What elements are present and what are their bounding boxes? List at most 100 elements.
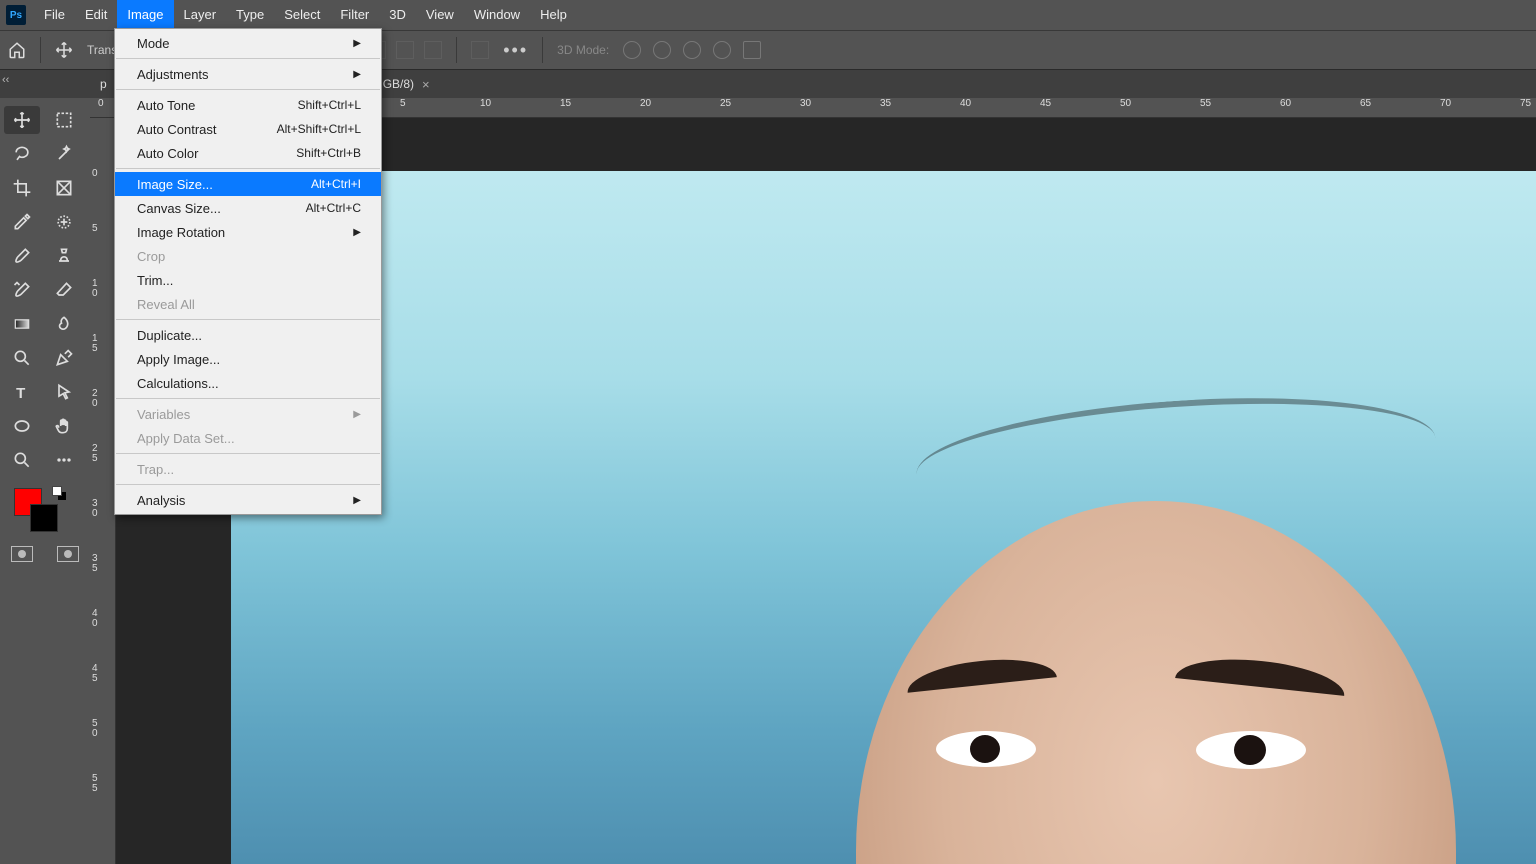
ruler-tick: 75 xyxy=(1520,98,1531,109)
more-options-icon[interactable]: ••• xyxy=(503,40,528,61)
menu-item-label: Image Size... xyxy=(137,177,213,192)
separator xyxy=(456,37,457,63)
ruler-tick: 2 0 xyxy=(92,389,102,409)
move-tool-icon[interactable] xyxy=(55,41,73,59)
menu-item-adjustments[interactable]: Adjustments▶ xyxy=(115,62,381,86)
separator xyxy=(542,37,543,63)
3d-roll-icon[interactable] xyxy=(653,41,671,59)
lasso-tool[interactable] xyxy=(4,140,40,168)
menu-item-auto-color[interactable]: Auto ColorShift+Ctrl+B xyxy=(115,141,381,165)
magic-wand-tool[interactable] xyxy=(46,140,82,168)
background-color[interactable] xyxy=(30,504,58,532)
menu-item-duplicate[interactable]: Duplicate... xyxy=(115,323,381,347)
menu-separator xyxy=(116,484,380,485)
zoom-tool[interactable] xyxy=(4,446,40,474)
menu-item-image-rotation[interactable]: Image Rotation▶ xyxy=(115,220,381,244)
3d-orbit-icon[interactable] xyxy=(623,41,641,59)
menu-item-apply-image[interactable]: Apply Image... xyxy=(115,347,381,371)
ruler-tick: 60 xyxy=(1280,98,1291,109)
marquee-tool[interactable] xyxy=(46,106,82,134)
ruler-tick: 55 xyxy=(1200,98,1211,109)
gradient-tool[interactable] xyxy=(4,310,40,338)
ruler-tick: 10 xyxy=(480,98,491,109)
ruler-tick: 5 0 xyxy=(92,719,102,739)
distribute-v-icon[interactable] xyxy=(471,41,489,59)
3d-mode-label: 3D Mode: xyxy=(557,43,609,57)
menu-separator xyxy=(116,319,380,320)
menu-item-label: Apply Data Set... xyxy=(137,431,235,446)
smudge-tool[interactable] xyxy=(46,310,82,338)
history-brush-tool[interactable] xyxy=(4,276,40,304)
menu-item-label: Mode xyxy=(137,36,170,51)
menu-file[interactable]: File xyxy=(34,0,75,30)
tab-label-prefix: p xyxy=(100,77,107,91)
menu-item-shortcut: Alt+Ctrl+C xyxy=(306,201,361,215)
menu-bar: Ps FileEditImageLayerTypeSelectFilter3DV… xyxy=(0,0,1536,30)
type-tool[interactable]: T xyxy=(4,378,40,406)
screen-mode-icon[interactable] xyxy=(57,546,79,562)
brush-tool[interactable] xyxy=(4,242,40,270)
3d-camera-icon[interactable] xyxy=(743,41,761,59)
menu-layer[interactable]: Layer xyxy=(174,0,227,30)
menu-item-label: Trap... xyxy=(137,462,174,477)
menu-item-calculations[interactable]: Calculations... xyxy=(115,371,381,395)
menu-type[interactable]: Type xyxy=(226,0,274,30)
menu-item-apply-data-set: Apply Data Set... xyxy=(115,426,381,450)
path-select-tool[interactable] xyxy=(46,378,82,406)
ruler-tick: 5 xyxy=(400,98,406,109)
quick-mask-icon[interactable] xyxy=(11,546,33,562)
submenu-arrow-icon: ▶ xyxy=(353,409,361,420)
move-tool[interactable] xyxy=(4,106,40,134)
menu-window[interactable]: Window xyxy=(464,0,530,30)
menu-item-mode[interactable]: Mode▶ xyxy=(115,31,381,55)
hand-tool[interactable] xyxy=(46,412,82,440)
menu-item-shortcut: Shift+Ctrl+B xyxy=(296,146,361,160)
align-center-v-icon[interactable] xyxy=(396,41,414,59)
menu-filter[interactable]: Filter xyxy=(330,0,379,30)
color-swatches[interactable] xyxy=(4,484,86,534)
clone-stamp-tool[interactable] xyxy=(46,242,82,270)
menu-item-reveal-all: Reveal All xyxy=(115,292,381,316)
ruler-tick: 5 5 xyxy=(92,774,102,794)
menu-3d[interactable]: 3D xyxy=(379,0,416,30)
image-content xyxy=(936,731,1036,767)
menu-item-label: Calculations... xyxy=(137,376,219,391)
close-tab-icon[interactable]: × xyxy=(422,77,430,92)
ruler-tick: 3 5 xyxy=(92,554,102,574)
menu-item-auto-tone[interactable]: Auto ToneShift+Ctrl+L xyxy=(115,93,381,117)
menu-edit[interactable]: Edit xyxy=(75,0,117,30)
menu-select[interactable]: Select xyxy=(274,0,330,30)
pen-tool[interactable] xyxy=(46,344,82,372)
menu-item-image-size[interactable]: Image Size...Alt+Ctrl+I xyxy=(115,172,381,196)
menu-item-shortcut: Alt+Shift+Ctrl+L xyxy=(277,122,361,136)
3d-pan-icon[interactable] xyxy=(683,41,701,59)
menu-item-trim[interactable]: Trim... xyxy=(115,268,381,292)
svg-text:T: T xyxy=(16,385,25,402)
menu-help[interactable]: Help xyxy=(530,0,577,30)
healing-brush-tool[interactable] xyxy=(46,208,82,236)
3d-slide-icon[interactable] xyxy=(713,41,731,59)
menu-item-analysis[interactable]: Analysis▶ xyxy=(115,488,381,512)
eraser-tool[interactable] xyxy=(46,276,82,304)
crop-tool[interactable] xyxy=(4,174,40,202)
home-icon[interactable] xyxy=(8,41,26,59)
menu-item-label: Auto Tone xyxy=(137,98,195,113)
menu-item-auto-contrast[interactable]: Auto ContrastAlt+Shift+Ctrl+L xyxy=(115,117,381,141)
menu-image[interactable]: Image xyxy=(117,0,173,30)
menu-separator xyxy=(116,89,380,90)
eyedropper-tool[interactable] xyxy=(4,208,40,236)
default-colors-icon[interactable] xyxy=(52,486,66,500)
menu-separator xyxy=(116,453,380,454)
menu-item-label: Reveal All xyxy=(137,297,195,312)
menu-view[interactable]: View xyxy=(416,0,464,30)
menu-item-label: Canvas Size... xyxy=(137,201,221,216)
more-tools[interactable] xyxy=(46,446,82,474)
quick-mask-row xyxy=(4,546,86,562)
shape-tool[interactable] xyxy=(4,412,40,440)
collapse-chevron-icon[interactable]: ‹‹ xyxy=(2,74,9,86)
image-content xyxy=(1196,731,1306,769)
align-bottom-icon[interactable] xyxy=(424,41,442,59)
dodge-tool[interactable] xyxy=(4,344,40,372)
frame-tool[interactable] xyxy=(46,174,82,202)
menu-item-canvas-size[interactable]: Canvas Size... Alt+Ctrl+C xyxy=(115,196,381,220)
